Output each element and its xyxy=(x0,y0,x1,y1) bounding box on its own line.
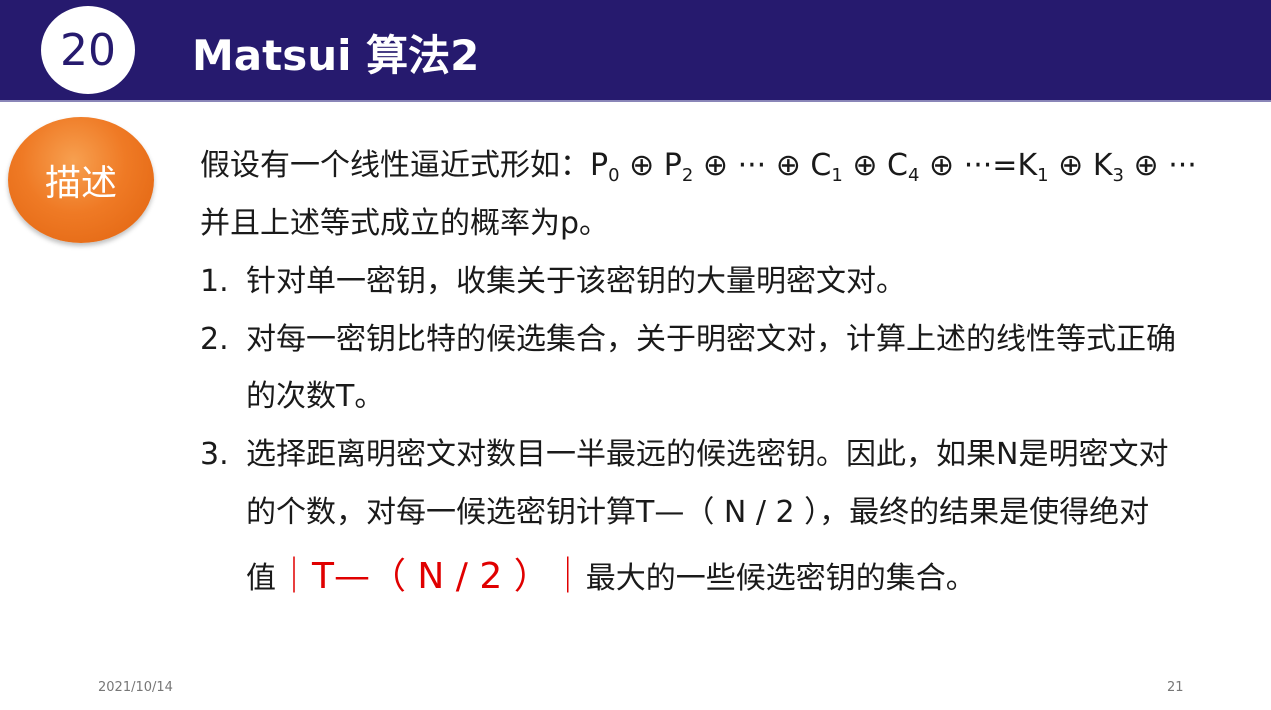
step-text: 针对单一密钥，收集关于该密钥的大量明密文对。 xyxy=(246,264,906,299)
step-1: 1. 针对单一密钥，收集关于该密钥的大量明密文对。 xyxy=(200,262,906,302)
slide-number-circle: 20 xyxy=(41,6,135,94)
formula-line: 假设有一个线性逼近式形如：P0 ⊕ P2 ⊕ ··· ⊕ C1 ⊕ C4 ⊕ ·… xyxy=(200,148,1197,186)
slide-title: Matsui 算法2 xyxy=(192,31,480,80)
step-2: 2. 对每一密钥比特的候选集合，关于明密文对，计算上述的线性等式正确 xyxy=(200,320,1176,360)
description-badge: 描述 xyxy=(8,117,154,243)
step-2-continuation: 的次数T。 xyxy=(246,379,385,414)
step-number: 3. xyxy=(200,437,229,472)
step-text: 选择距离明密文对数目一半最远的候选密钥。因此，如果N是明密文对 xyxy=(246,437,1169,472)
title-bar xyxy=(0,0,1271,100)
slide-number: 20 xyxy=(60,24,116,76)
step-3: 3. 选择距离明密文对数目一半最远的候选密钥。因此，如果N是明密文对 xyxy=(200,435,1168,475)
step-text: 对每一密钥比特的候选集合，关于明密文对，计算上述的线性等式正确 xyxy=(246,322,1176,357)
title-bar-divider xyxy=(0,100,1271,102)
highlighted-expression: ｜T—（ N / 2 ）｜ xyxy=(276,556,586,597)
step-3-final-line: 值｜T—（ N / 2 ）｜最大的一些候选密钥的集合。 xyxy=(246,556,976,597)
badge-label: 描述 xyxy=(44,163,117,204)
step-number: 2. xyxy=(200,322,229,357)
footer-date: 2021/10/14 xyxy=(98,680,173,695)
footer-page-number: 21 xyxy=(1167,680,1184,695)
step-3-continuation: 的个数，对每一候选密钥计算T—（ N / 2 ），最终的结果是使得绝对 xyxy=(246,495,1150,530)
step-number: 1. xyxy=(200,264,229,299)
formula-prefix: 假设有一个线性逼近式形如： xyxy=(200,148,590,183)
probability-line: 并且上述等式成立的概率为p。 xyxy=(200,206,610,241)
